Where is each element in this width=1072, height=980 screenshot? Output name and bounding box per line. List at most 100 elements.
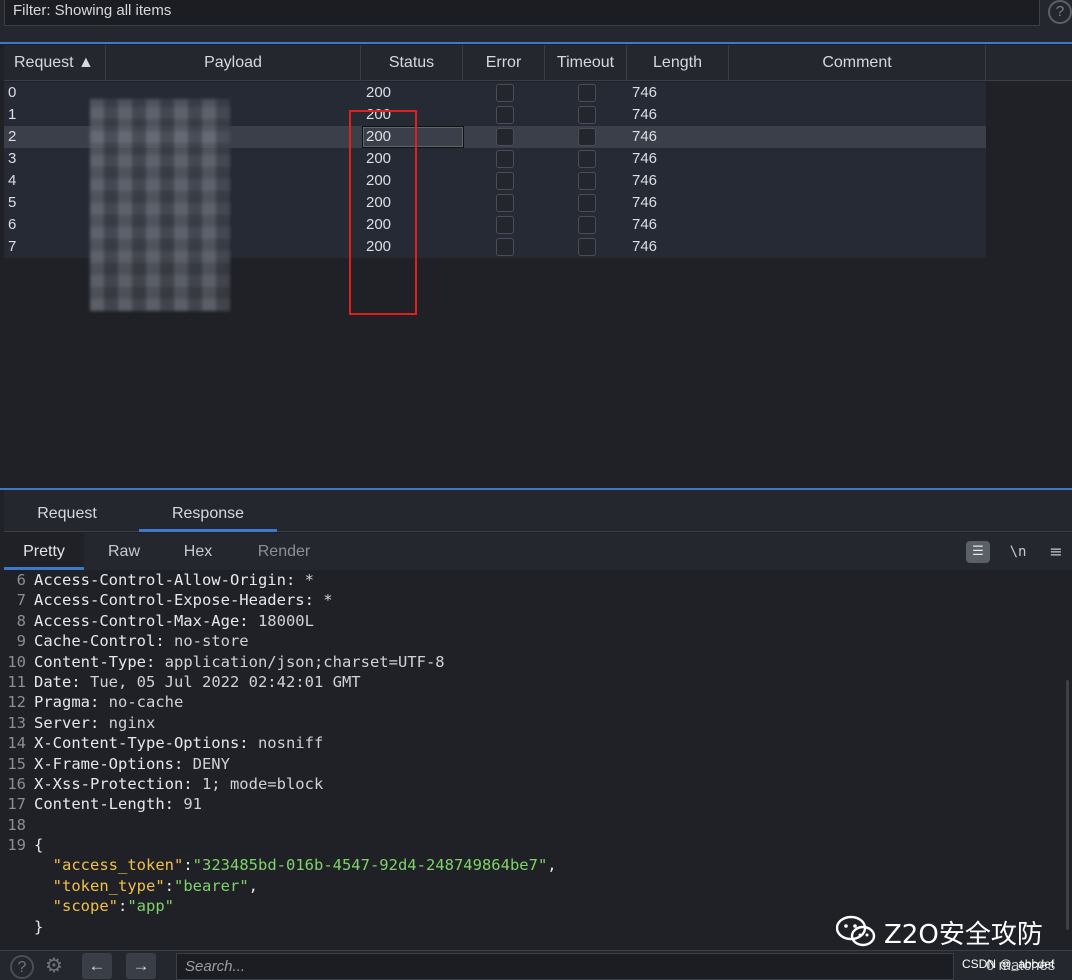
json-key: "scope"	[52, 897, 118, 916]
menu-icon[interactable]: ≡	[1046, 541, 1066, 563]
header-value: 18000L	[248, 611, 314, 630]
code-line: 13 Server: nginx	[4, 713, 1072, 733]
watermark: Z2O安全攻防	[836, 912, 1043, 952]
line-number: 15	[7, 754, 26, 773]
column-header-length[interactable]: Length	[627, 45, 729, 81]
help-icon[interactable]: ?	[10, 955, 34, 979]
request-number: 7	[8, 238, 17, 255]
request-number: 3	[8, 150, 17, 167]
error-checkbox[interactable]	[496, 238, 514, 256]
line-number: 16	[7, 774, 26, 793]
request-number: 0	[8, 84, 17, 101]
code-line: 10 Content-Type: application/json;charset…	[4, 652, 1072, 672]
json-punct: ,	[547, 856, 557, 875]
line-number: 9	[16, 632, 26, 651]
line-number: 10	[7, 652, 26, 671]
json-key: "token_type"	[52, 876, 165, 895]
header-value: DENY	[183, 754, 230, 773]
timeout-checkbox[interactable]	[578, 194, 596, 212]
error-checkbox[interactable]	[496, 194, 514, 212]
editor-scrollbar[interactable]	[1066, 680, 1069, 930]
filter-bar: Filter: Showing all items ?	[0, 0, 1072, 44]
forward-button[interactable]: →	[126, 953, 156, 979]
timeout-checkbox[interactable]	[578, 128, 596, 146]
header-name: Access-Control-Max-Age:	[34, 611, 249, 630]
code-line: 14 X-Content-Type-Options: nosniff	[4, 733, 1072, 753]
timeout-checkbox[interactable]	[578, 84, 596, 102]
timeout-checkbox[interactable]	[578, 150, 596, 168]
request-number: 6	[8, 216, 17, 233]
request-number: 2	[8, 128, 17, 145]
search-input[interactable]: Search...	[176, 953, 954, 980]
column-header-timeout[interactable]: Timeout	[545, 45, 627, 81]
error-checkbox[interactable]	[496, 216, 514, 234]
header-name: Pragma:	[34, 693, 100, 712]
message-tabs: Request Response	[4, 490, 1072, 532]
error-checkbox[interactable]	[496, 128, 514, 146]
error-checkbox[interactable]	[496, 84, 514, 102]
line-number: 13	[7, 713, 26, 732]
line-number: 7	[16, 591, 26, 610]
back-button[interactable]: ←	[82, 953, 112, 979]
tab-raw[interactable]: Raw	[84, 533, 164, 570]
status-highlight-box	[349, 110, 417, 315]
response-editor[interactable]: 6 Access-Control-Allow-Origin: * 7 Access-C…	[4, 570, 1072, 942]
header-value: application/json;charset=UTF-8	[155, 652, 445, 671]
table-header: Request ▲ Payload Status Error Timeout L…	[4, 45, 1072, 81]
payload-redaction	[90, 99, 230, 311]
response-lines: 6 Access-Control-Allow-Origin: * 7 Access-C…	[4, 570, 1072, 855]
column-header-request[interactable]: Request ▲	[4, 45, 106, 81]
wrap-lines-icon[interactable]: ☰	[966, 541, 990, 563]
json-key: "access_token"	[52, 856, 184, 875]
code-line: 17 Content-Length: 91	[4, 794, 1072, 814]
source-watermark: CSDN @_abcdef	[962, 957, 1055, 971]
code-line: "token_type":"bearer",	[52, 876, 258, 895]
footer-bar: ? ⚙ ← → Search... 0 matches CSDN @_abcde…	[0, 950, 1072, 980]
response-length: 746	[632, 150, 658, 167]
newline-icon[interactable]: \n	[1007, 541, 1029, 563]
gear-icon[interactable]: ⚙	[42, 955, 66, 979]
header-name: X-Xss-Protection:	[34, 774, 193, 793]
timeout-checkbox[interactable]	[578, 172, 596, 190]
header-name: X-Frame-Options:	[34, 754, 184, 773]
line-number: 11	[7, 672, 26, 691]
timeout-checkbox[interactable]	[578, 238, 596, 256]
code-line: 16 X-Xss-Protection: 1; mode=block	[4, 774, 1072, 794]
error-checkbox[interactable]	[496, 150, 514, 168]
code-line: 6 Access-Control-Allow-Origin: *	[4, 570, 1072, 590]
header-value: no-store	[164, 632, 249, 651]
help-icon[interactable]: ?	[1048, 0, 1072, 24]
watermark-text: Z2O安全攻防	[884, 919, 1043, 950]
timeout-checkbox[interactable]	[578, 106, 596, 124]
column-header-status[interactable]: Status	[361, 45, 463, 81]
column-header-comment[interactable]: Comment	[729, 45, 986, 81]
header-name: X-Content-Type-Options:	[34, 734, 249, 753]
timeout-checkbox[interactable]	[578, 216, 596, 234]
tab-request[interactable]: Request	[4, 490, 130, 532]
response-length: 746	[632, 194, 658, 211]
code-line: 8 Access-Control-Max-Age: 18000L	[4, 611, 1072, 631]
code-line: 9 Cache-Control: no-store	[4, 631, 1072, 651]
response-length: 746	[632, 238, 658, 255]
header-value: nosniff	[248, 734, 324, 753]
request-number: 5	[8, 194, 17, 211]
error-checkbox[interactable]	[496, 172, 514, 190]
column-header-error[interactable]: Error	[463, 45, 545, 81]
request-number: 1	[8, 106, 17, 123]
header-value: Tue, 05 Jul 2022 02:42:01 GMT	[80, 672, 361, 691]
code-line: "access_token":"323485bd-016b-4547-92d4-…	[52, 856, 557, 875]
tab-render[interactable]: Render	[244, 533, 324, 570]
json-body: "access_token":"323485bd-016b-4547-92d4-…	[4, 855, 1072, 916]
code-line: 19 {	[4, 835, 1072, 855]
tab-pretty[interactable]: Pretty	[4, 533, 84, 570]
tab-response[interactable]: Response	[139, 490, 277, 532]
json-value: "app"	[127, 897, 175, 916]
filter-field[interactable]: Filter: Showing all items	[4, 0, 1040, 26]
json-close-brace: }	[34, 917, 44, 936]
error-checkbox[interactable]	[496, 106, 514, 124]
header-name: Content-Type:	[34, 652, 156, 671]
header-name: Server:	[34, 713, 100, 732]
column-header-payload[interactable]: Payload	[106, 45, 361, 81]
response-length: 746	[632, 106, 658, 123]
tab-hex[interactable]: Hex	[160, 533, 236, 570]
